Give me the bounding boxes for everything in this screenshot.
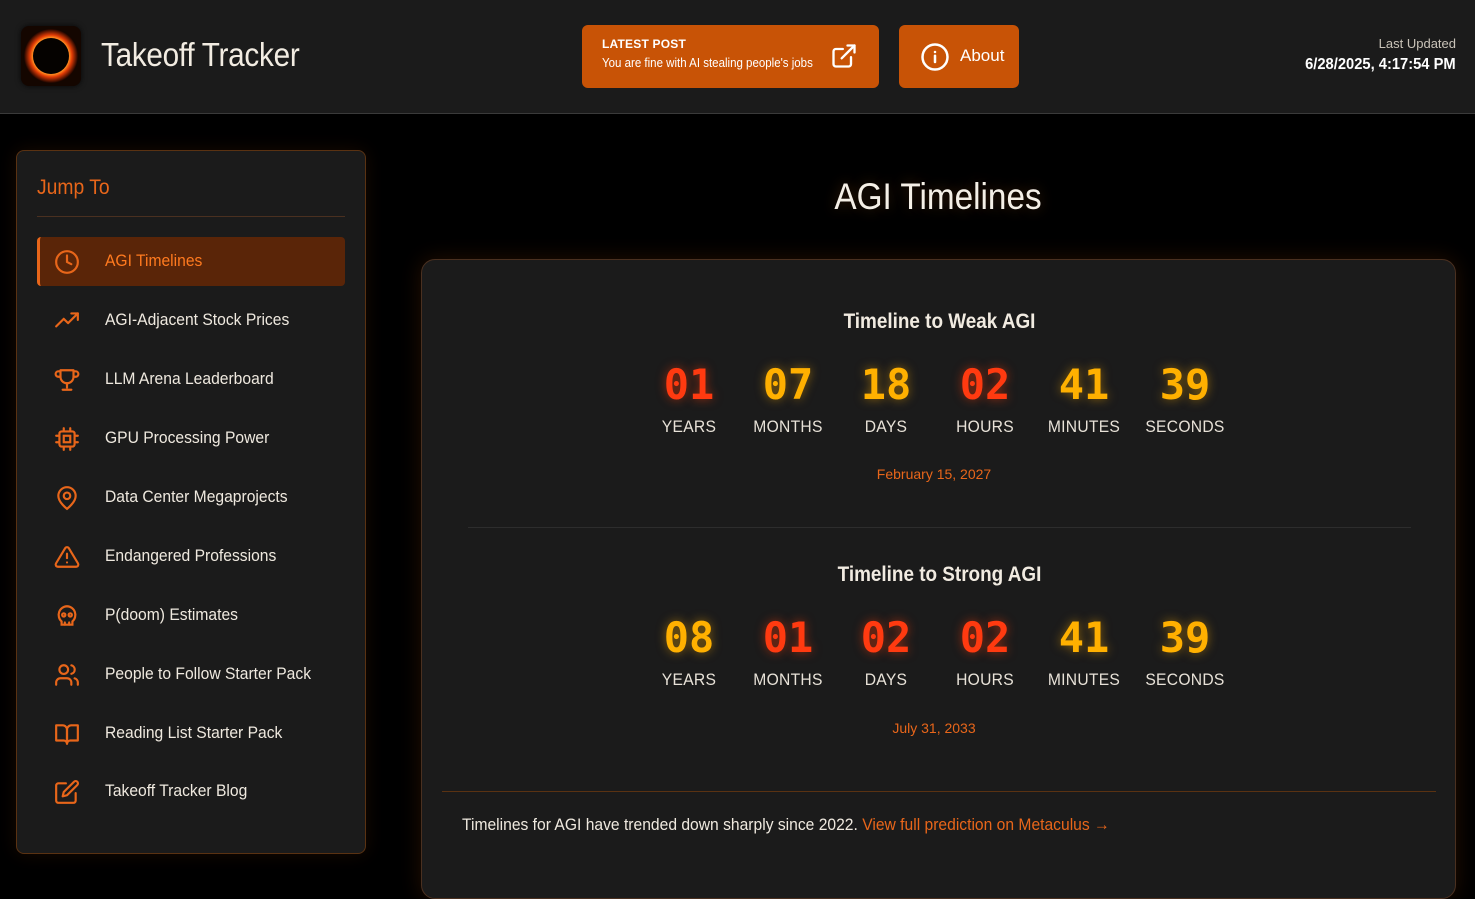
countdown-days: 18 DAYS (836, 360, 936, 437)
clock-icon (54, 249, 80, 275)
countdown-value: 39 (1159, 613, 1211, 662)
edit-icon (54, 779, 80, 805)
sidebar-item-label: AGI Timelines (105, 251, 203, 270)
sidebar-item-stock-prices[interactable]: AGI-Adjacent Stock Prices (37, 296, 345, 345)
trophy-icon (54, 367, 80, 393)
countdown-value: 01 (762, 613, 814, 662)
weak-agi-countdown: 01 YEARS 07 MONTHS 18 DAYS 02 HOURS 41 M… (422, 360, 1457, 450)
countdown-months: 07 MONTHS (738, 360, 838, 437)
trending-up-icon (54, 308, 80, 334)
countdown-value: 07 (762, 360, 814, 409)
brand-title[interactable]: Takeoff Tracker (101, 36, 300, 74)
countdown-minutes: 41 MINUTES (1034, 613, 1134, 690)
countdown-hours: 02 HOURS (935, 613, 1035, 690)
ring-of-fire-logo[interactable] (21, 26, 81, 86)
countdown-years: 08 YEARS (639, 613, 739, 690)
countdown-label: YEARS (661, 670, 717, 689)
countdown-label: SECONDS (1145, 670, 1225, 689)
countdown-value: 02 (959, 360, 1011, 409)
sidebar-divider (37, 216, 345, 217)
countdown-months: 01 MONTHS (738, 613, 838, 690)
countdown-label: SECONDS (1145, 417, 1225, 436)
latest-post-button[interactable]: LATEST POST You are fine with AI stealin… (582, 25, 879, 88)
sidebar-item-reading-list[interactable]: Reading List Starter Pack (37, 709, 345, 758)
jump-to-sidebar: Jump To AGI Timelines AGI-Adjacent Stock… (16, 150, 366, 854)
metaculus-link[interactable]: View full prediction on Metaculus → (862, 815, 1109, 834)
users-icon (54, 662, 80, 688)
countdown-value: 18 (860, 360, 912, 409)
countdown-value: 39 (1159, 360, 1211, 409)
countdown-seconds: 39 SECONDS (1135, 613, 1235, 690)
countdown-value: 41 (1058, 613, 1110, 662)
sidebar-item-label: Takeoff Tracker Blog (105, 781, 248, 800)
countdown-years: 01 YEARS (639, 360, 739, 437)
warning-icon (54, 544, 80, 570)
sidebar-item-label: GPU Processing Power (105, 428, 270, 447)
timelines-card: Timeline to Weak AGI 01 YEARS 07 MONTHS … (421, 259, 1456, 899)
cpu-icon (54, 426, 80, 452)
about-label: About (960, 46, 1005, 65)
sidebar-item-label: People to Follow Starter Pack (105, 664, 312, 683)
countdown-value: 02 (860, 613, 912, 662)
sidebar-item-agi-timelines[interactable]: AGI Timelines (37, 237, 345, 286)
countdown-value: 01 (663, 360, 715, 409)
info-icon (920, 42, 950, 72)
last-updated-label: Last Updated (1378, 36, 1456, 51)
latest-post-kicker: LATEST POST (602, 37, 686, 51)
countdown-label: MINUTES (1047, 670, 1121, 689)
sidebar-item-blog[interactable]: Takeoff Tracker Blog (37, 767, 345, 816)
strong-agi-target-date: July 31, 2033 (892, 720, 976, 736)
countdown-days: 02 DAYS (836, 613, 936, 690)
countdown-hours: 02 HOURS (935, 360, 1035, 437)
sidebar-item-label: Data Center Megaprojects (105, 487, 288, 506)
countdown-label: DAYS (864, 417, 908, 436)
sidebar-item-people-to-follow[interactable]: People to Follow Starter Pack (37, 650, 345, 699)
countdown-value: 02 (959, 613, 1011, 662)
countdown-label: MINUTES (1047, 417, 1121, 436)
countdown-label: YEARS (661, 417, 717, 436)
book-open-icon (54, 721, 80, 747)
last-updated-value: 6/28/2025, 4:17:54 PM (1305, 56, 1456, 73)
countdown-label: DAYS (864, 670, 908, 689)
top-bar: Takeoff Tracker LATEST POST You are fine… (0, 0, 1475, 114)
countdown-label: HOURS (956, 417, 1014, 436)
countdown-label: HOURS (956, 670, 1014, 689)
countdown-label: MONTHS (753, 670, 823, 689)
sidebar-item-llm-arena[interactable]: LLM Arena Leaderboard (37, 355, 345, 404)
weak-agi-title: Timeline to Weak AGI (843, 310, 1036, 333)
strong-agi-countdown: 08 YEARS 01 MONTHS 02 DAYS 02 HOURS 41 M… (422, 613, 1457, 703)
skull-icon (54, 603, 80, 629)
about-button[interactable]: About (899, 25, 1019, 88)
weak-agi-target-date: February 15, 2027 (876, 466, 992, 482)
card-footer: Timelines for AGI have trended down shar… (462, 815, 1110, 835)
countdown-value: 08 (663, 613, 715, 662)
footer-note: Timelines for AGI have trended down shar… (462, 815, 858, 834)
sidebar-item-gpu[interactable]: GPU Processing Power (37, 414, 345, 463)
countdown-minutes: 41 MINUTES (1034, 360, 1134, 437)
sidebar-item-pdoom[interactable]: P(doom) Estimates (37, 591, 345, 640)
sidebar-title: Jump To (37, 176, 110, 199)
external-link-icon (830, 42, 858, 70)
card-footer-divider (442, 791, 1436, 792)
sidebar-item-endangered-professions[interactable]: Endangered Professions (37, 532, 345, 581)
map-pin-icon (54, 485, 80, 511)
sidebar-item-data-centers[interactable]: Data Center Megaprojects (37, 473, 345, 522)
sidebar-item-label: Reading List Starter Pack (105, 723, 283, 742)
latest-post-title: You are fine with AI stealing people's j… (602, 56, 813, 70)
countdown-label: MONTHS (753, 417, 823, 436)
countdown-value: 41 (1058, 360, 1110, 409)
sidebar-item-label: Endangered Professions (105, 546, 277, 565)
sidebar-item-label: AGI-Adjacent Stock Prices (105, 310, 290, 329)
timeline-divider (468, 527, 1411, 528)
strong-agi-title: Timeline to Strong AGI (837, 563, 1042, 586)
sidebar-item-label: LLM Arena Leaderboard (105, 369, 274, 388)
sidebar-item-label: P(doom) Estimates (105, 605, 238, 624)
page-title: AGI Timelines (834, 176, 1042, 217)
countdown-seconds: 39 SECONDS (1135, 360, 1235, 437)
